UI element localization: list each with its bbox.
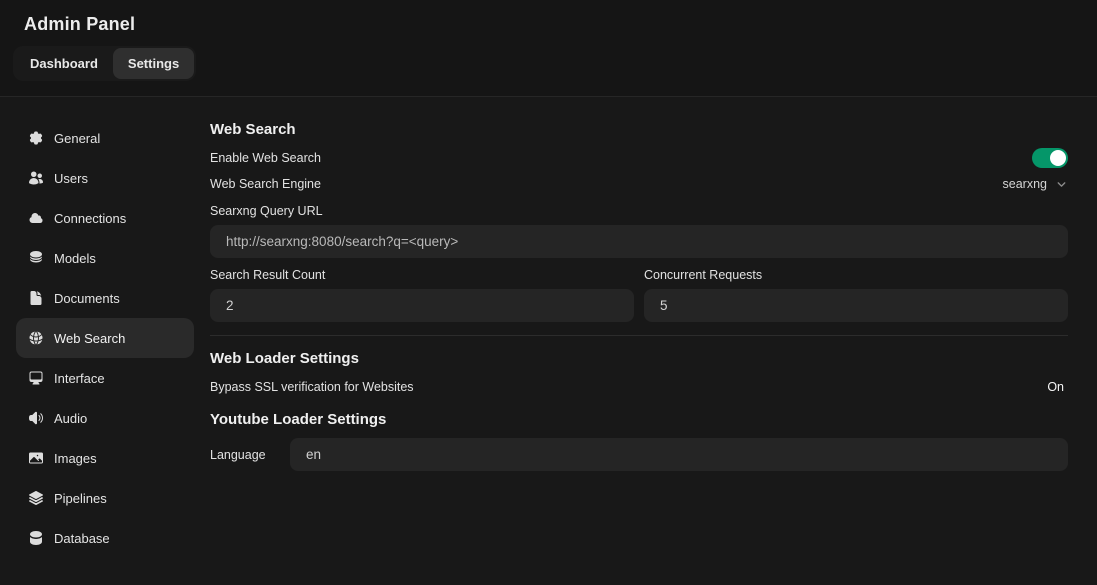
search-result-count-label: Search Result Count: [210, 268, 634, 282]
monitor-icon: [28, 370, 44, 386]
sidebar-item-models[interactable]: Models: [16, 238, 194, 278]
web-search-engine-row: Web Search Engine searxng: [210, 174, 1068, 194]
sidebar-item-label: Interface: [54, 371, 105, 386]
enable-web-search-label: Enable Web Search: [210, 151, 321, 165]
tab-dashboard[interactable]: Dashboard: [15, 48, 113, 79]
sidebar-item-label: Users: [54, 171, 88, 186]
web-search-section-title: Web Search: [210, 121, 1068, 138]
sidebar-item-audio[interactable]: Audio: [16, 398, 194, 438]
search-result-count-input[interactable]: [210, 289, 634, 322]
bypass-ssl-row: Bypass SSL verification for Websites On: [210, 377, 1068, 397]
sidebar-item-label: Pipelines: [54, 491, 107, 506]
concurrent-requests-label: Concurrent Requests: [644, 268, 1068, 282]
searxng-query-url-input[interactable]: [210, 225, 1068, 258]
layers-icon: [28, 490, 44, 506]
sidebar-item-database[interactable]: Database: [16, 518, 194, 558]
globe-icon: [28, 330, 44, 346]
youtube-language-input[interactable]: [290, 438, 1068, 471]
search-count-columns: Search Result Count Concurrent Requests: [210, 268, 1068, 322]
web-search-engine-value: searxng: [1003, 177, 1047, 191]
sidebar-item-web-search[interactable]: Web Search: [16, 318, 194, 358]
circle-stack-icon: [28, 250, 44, 266]
sidebar-item-general[interactable]: General: [16, 118, 194, 158]
youtube-language-row: Language: [210, 438, 1068, 471]
web-search-engine-label: Web Search Engine: [210, 177, 321, 191]
enable-web-search-toggle[interactable]: [1032, 148, 1068, 168]
sidebar-item-label: Web Search: [54, 331, 125, 346]
gear-icon: [28, 130, 44, 146]
bypass-ssl-toggle-button[interactable]: On: [1043, 378, 1068, 396]
sidebar-item-pipelines[interactable]: Pipelines: [16, 478, 194, 518]
page-title: Admin Panel: [24, 14, 1073, 35]
chevron-down-icon: [1055, 178, 1068, 191]
admin-tabbar: Dashboard Settings: [13, 46, 196, 81]
sidebar-item-images[interactable]: Images: [16, 438, 194, 478]
search-result-count-field: Search Result Count: [210, 268, 634, 322]
sidebar-item-interface[interactable]: Interface: [16, 358, 194, 398]
youtube-language-label: Language: [210, 448, 290, 462]
concurrent-requests-field: Concurrent Requests: [644, 268, 1068, 322]
web-loader-section-title: Web Loader Settings: [210, 350, 1068, 367]
toggle-knob: [1050, 150, 1066, 166]
cloud-icon: [28, 210, 44, 226]
youtube-loader-section-title: Youtube Loader Settings: [210, 411, 1068, 428]
bypass-ssl-label: Bypass SSL verification for Websites: [210, 380, 414, 394]
sidebar-item-label: General: [54, 131, 100, 146]
sidebar-item-label: Documents: [54, 291, 120, 306]
sidebar-item-label: Images: [54, 451, 97, 466]
admin-header: Admin Panel Dashboard Settings: [0, 0, 1097, 97]
settings-sidebar: General Users Connections Models Documen…: [0, 97, 210, 585]
sidebar-item-connections[interactable]: Connections: [16, 198, 194, 238]
database-icon: [28, 530, 44, 546]
sidebar-item-users[interactable]: Users: [16, 158, 194, 198]
users-icon: [28, 170, 44, 186]
speaker-icon: [28, 410, 44, 426]
sidebar-item-label: Models: [54, 251, 96, 266]
web-search-settings-panel: Web Search Enable Web Search Web Search …: [210, 97, 1097, 585]
tab-settings[interactable]: Settings: [113, 48, 194, 79]
searxng-query-url-label: Searxng Query URL: [210, 204, 1068, 218]
concurrent-requests-input[interactable]: [644, 289, 1068, 322]
document-icon: [28, 290, 44, 306]
web-search-engine-select[interactable]: searxng: [1003, 175, 1068, 193]
sidebar-item-label: Connections: [54, 211, 126, 226]
photo-icon: [28, 450, 44, 466]
section-divider: [210, 335, 1068, 336]
sidebar-item-label: Database: [54, 531, 110, 546]
sidebar-item-label: Audio: [54, 411, 87, 426]
enable-web-search-row: Enable Web Search: [210, 148, 1068, 168]
admin-content: General Users Connections Models Documen…: [0, 97, 1097, 585]
sidebar-item-documents[interactable]: Documents: [16, 278, 194, 318]
